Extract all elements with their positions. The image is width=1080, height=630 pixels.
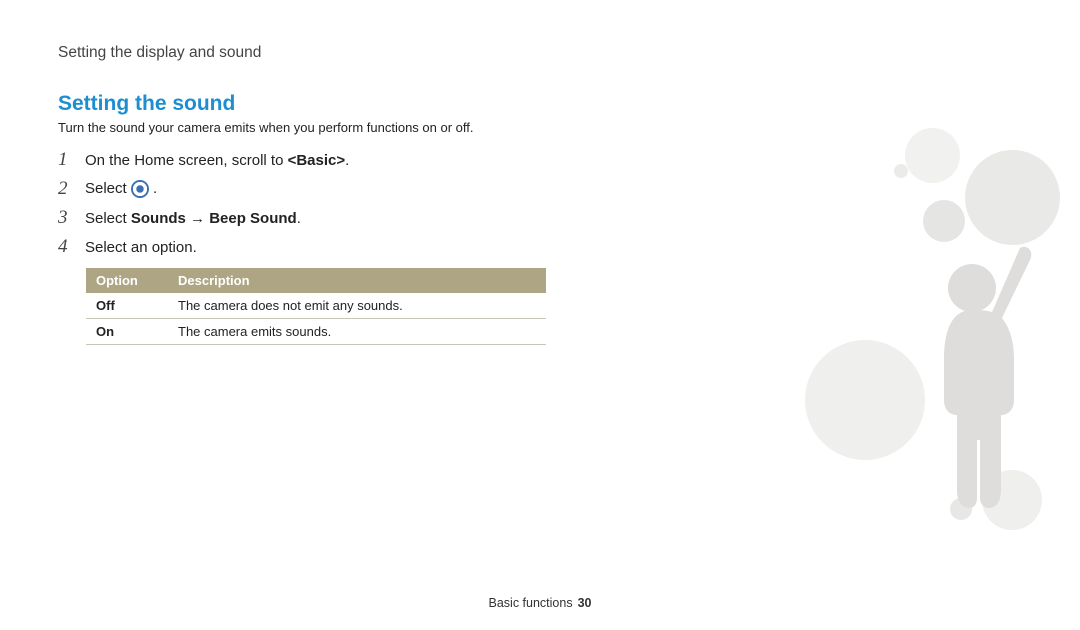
option-cell: On: [86, 319, 168, 345]
description-cell: The camera emits sounds.: [168, 319, 546, 345]
table-row: On The camera emits sounds.: [86, 319, 546, 345]
step-prefix: On the Home screen, scroll to: [85, 152, 288, 169]
step-number: 1: [58, 149, 74, 171]
page-footer: Basic functions 30: [0, 596, 1080, 610]
bubble-icon: [982, 470, 1042, 530]
page-number: 30: [578, 596, 592, 610]
table-header-option: Option: [86, 268, 168, 293]
step-bold: <Basic>: [288, 152, 346, 169]
step-suffix: .: [297, 210, 301, 227]
step-item: 1 On the Home screen, scroll to <Basic>.: [58, 149, 1022, 171]
step-text: Select .: [85, 180, 1022, 198]
step-suffix: .: [153, 180, 157, 197]
table-header-description: Description: [168, 268, 546, 293]
bubble-icon: [805, 340, 925, 460]
step-item: 2 Select .: [58, 178, 1022, 200]
step-prefix: Select: [85, 180, 131, 197]
step-prefix: Select: [85, 210, 131, 227]
step-number: 2: [58, 178, 74, 200]
step-text: Select Sounds → Beep Sound.: [85, 210, 1022, 227]
step-text: On the Home screen, scroll to <Basic>.: [85, 152, 1022, 169]
step-bold: Sounds → Beep Sound: [131, 210, 297, 227]
description-cell: The camera does not emit any sounds.: [168, 293, 546, 319]
section-description: Turn the sound your camera emits when yo…: [58, 120, 1022, 135]
step-item: 4 Select an option.: [58, 236, 1022, 258]
table-row: Off The camera does not emit any sounds.: [86, 293, 546, 319]
option-cell: Off: [86, 293, 168, 319]
step-text: Select an option.: [85, 239, 1022, 256]
bubble-icon: [950, 498, 972, 520]
step-number: 3: [58, 207, 74, 229]
step-item: 3 Select Sounds → Beep Sound.: [58, 207, 1022, 229]
breadcrumb: Setting the display and sound: [58, 44, 1022, 62]
beep-sound-icon: [131, 180, 149, 198]
section-heading: Setting the sound: [58, 92, 1022, 116]
step-suffix: .: [345, 152, 349, 169]
options-table: Option Description Off The camera does n…: [86, 268, 546, 345]
step-list: 1 On the Home screen, scroll to <Basic>.…: [58, 149, 1022, 258]
footer-section: Basic functions: [489, 596, 573, 610]
child-silhouette-icon: [902, 240, 1042, 520]
step-number: 4: [58, 236, 74, 258]
